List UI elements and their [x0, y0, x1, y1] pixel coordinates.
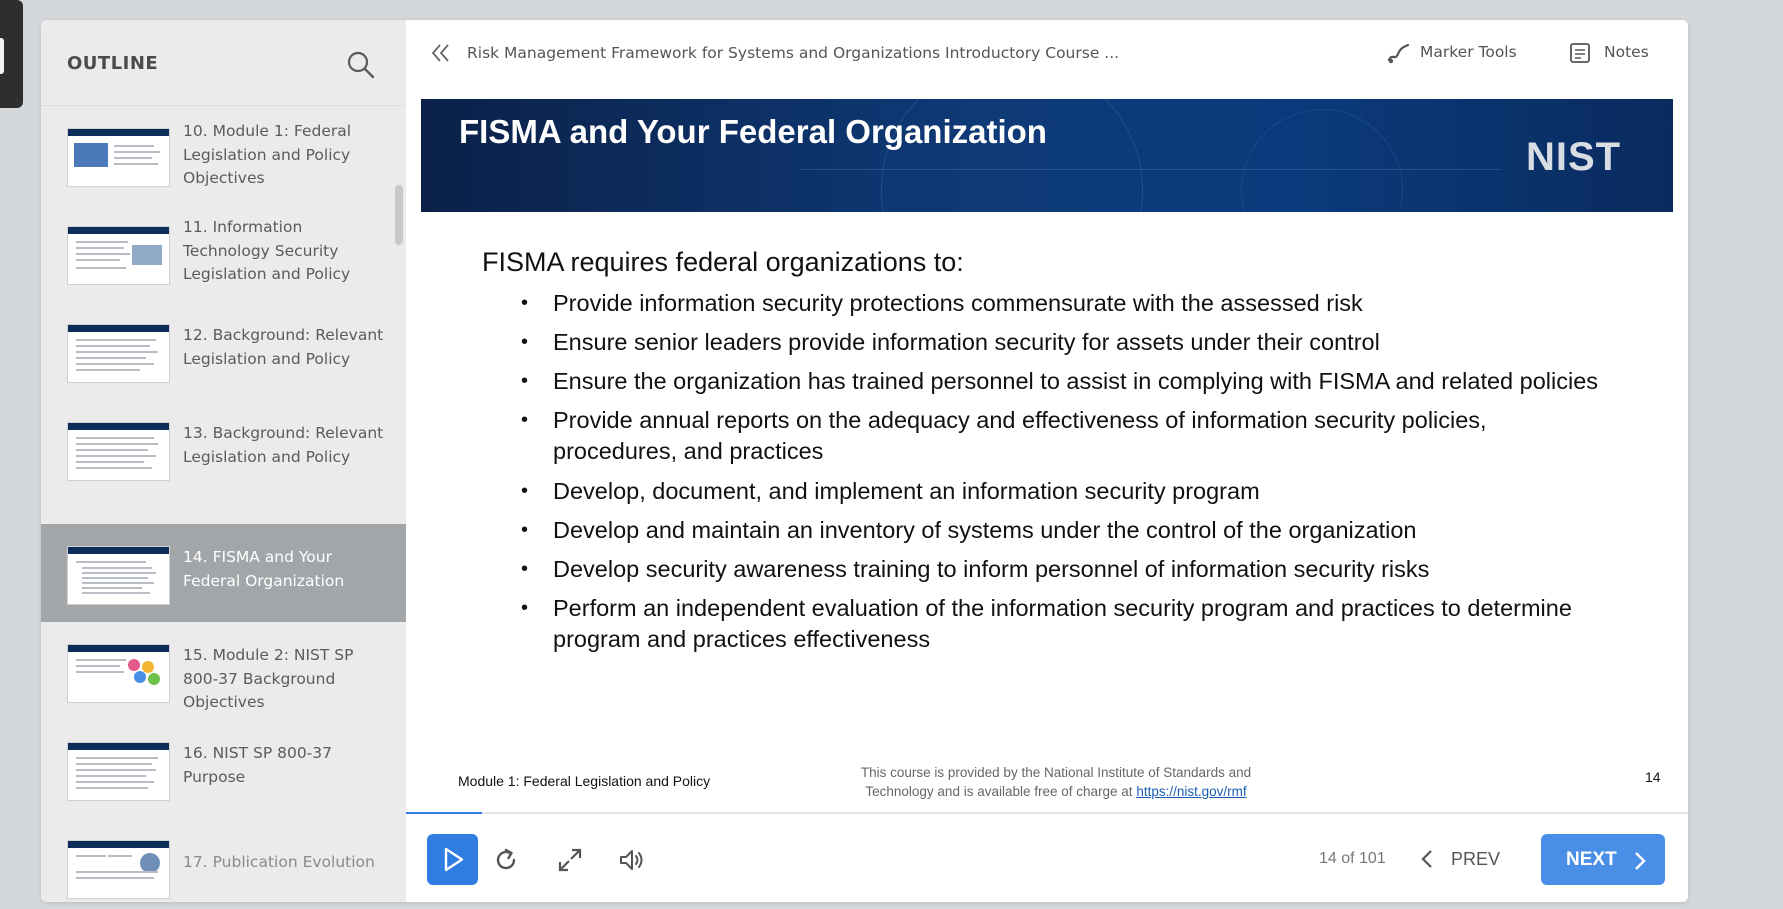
outline-item-15[interactable]: 15. Module 2: NIST SP 800-37 Background …	[41, 622, 406, 720]
volume-icon	[620, 850, 643, 870]
next-button[interactable]: NEXT	[1541, 834, 1665, 885]
search-icon	[347, 51, 375, 79]
outline-item-label: 14. FISMA and Your Federal Organization	[183, 548, 345, 590]
expand-icon	[558, 848, 582, 872]
notes-label: Notes	[1604, 43, 1649, 61]
slide-thumbnail	[67, 422, 170, 481]
slide-thumbnail	[67, 742, 170, 801]
slide-thumbnail	[67, 226, 170, 285]
slide-thumbnail	[67, 128, 170, 187]
slide-footer-module: Module 1: Federal Legislation and Policy	[458, 773, 711, 789]
slide-thumbnail	[67, 644, 170, 703]
outline-item-13[interactable]: 13. Background: Relevant Legislation and…	[41, 400, 406, 498]
outline-item-label: 16. NIST SP 800-37 Purpose	[183, 744, 332, 786]
outline-item-label: 13. Background: Relevant Legislation and…	[183, 424, 384, 466]
slide-thumbnail	[67, 546, 170, 605]
chevron-right-icon	[1635, 852, 1646, 870]
notes-icon	[1570, 43, 1590, 63]
outline-item-label: 10. Module 1: Federal Legislation and Po…	[183, 122, 352, 187]
side-panel-tab[interactable]	[0, 0, 23, 108]
slide-thumbnail	[67, 840, 170, 899]
outline-item-label: 11. Information Technology Security Legi…	[183, 218, 351, 283]
outline-item-16[interactable]: 16. NIST SP 800-37 Purpose	[41, 720, 406, 818]
nist-rmf-link[interactable]: https://nist.gov/rmf	[1136, 784, 1246, 799]
marker-tools-label: Marker Tools	[1420, 43, 1517, 61]
outline-header: OUTLINE	[41, 20, 406, 106]
collapse-outline-button[interactable]	[430, 42, 452, 64]
marker-icon	[1387, 43, 1410, 64]
playback-controls: 14 of 101 PREV NEXT	[406, 814, 1688, 902]
outline-item-10[interactable]: 10. Module 1: Federal Legislation and Po…	[41, 106, 406, 204]
topbar: Risk Management Framework for Systems an…	[406, 20, 1688, 86]
prev-button[interactable]: PREV	[1417, 840, 1507, 878]
slide-number: 14	[1645, 769, 1661, 785]
slide-body: FISMA requires federal organizations to:…	[406, 86, 1688, 834]
course-player: OUTLINE 10. Module 1: Federal Legislatio…	[41, 20, 1688, 902]
fullscreen-button[interactable]	[556, 846, 584, 874]
side-tab-grip	[0, 38, 4, 74]
next-label: NEXT	[1566, 849, 1617, 870]
outline-title: OUTLINE	[67, 53, 159, 74]
chevron-left-icon	[1421, 850, 1432, 868]
slide-canvas: FISMA and Your Federal Organization NIST…	[406, 86, 1688, 834]
outline-item-label: 15. Module 2: NIST SP 800-37 Background …	[183, 646, 354, 711]
notes-button[interactable]: Notes	[1569, 38, 1659, 68]
outline-item-14[interactable]: 14. FISMA and Your Federal Organization	[41, 524, 406, 622]
bullet-item: • Provide information security protection…	[521, 290, 1363, 316]
bullet-item: • Develop, document, and implement an inf…	[521, 478, 1260, 504]
outline-item-label: 12. Background: Relevant Legislation and…	[183, 326, 384, 368]
play-icon	[444, 847, 464, 872]
bullet-item: • Develop security awareness training to …	[521, 556, 1430, 582]
course-title: Risk Management Framework for Systems an…	[467, 44, 1120, 62]
play-button[interactable]	[427, 834, 478, 885]
bullet-item: • Perform an independent evaluation of th…	[521, 595, 1572, 652]
double-chevron-left-icon	[431, 44, 449, 62]
outline-item-12[interactable]: 12. Background: Relevant Legislation and…	[41, 302, 406, 400]
bullet-item: • Ensure senior leaders provide informati…	[521, 329, 1380, 355]
volume-button[interactable]	[618, 846, 646, 874]
bullet-item: • Ensure the organization has trained per…	[521, 368, 1599, 394]
outline-sidebar: OUTLINE 10. Module 1: Federal Legislatio…	[41, 20, 406, 902]
slide-thumbnail	[67, 324, 170, 383]
outline-search-button[interactable]	[344, 48, 378, 82]
outline-item-label: 17. Publication Evolution	[183, 853, 375, 871]
slide-intro: FISMA requires federal organizations to:	[482, 247, 964, 277]
prev-label: PREV	[1451, 849, 1501, 869]
outline-item-11[interactable]: 11. Information Technology Security Legi…	[41, 204, 406, 302]
page-counter: 14 of 101	[1319, 850, 1386, 867]
slide-footer-notice: This course is provided by the National …	[860, 765, 1252, 799]
bullet-item: • Provide annual reports on the adequacy …	[521, 407, 1487, 464]
replay-button[interactable]	[492, 846, 520, 874]
bullet-item: • Develop and maintain an inventory of sy…	[521, 517, 1417, 543]
outline-item-17[interactable]: 17. Publication Evolution	[41, 818, 406, 902]
replay-icon	[496, 848, 516, 870]
